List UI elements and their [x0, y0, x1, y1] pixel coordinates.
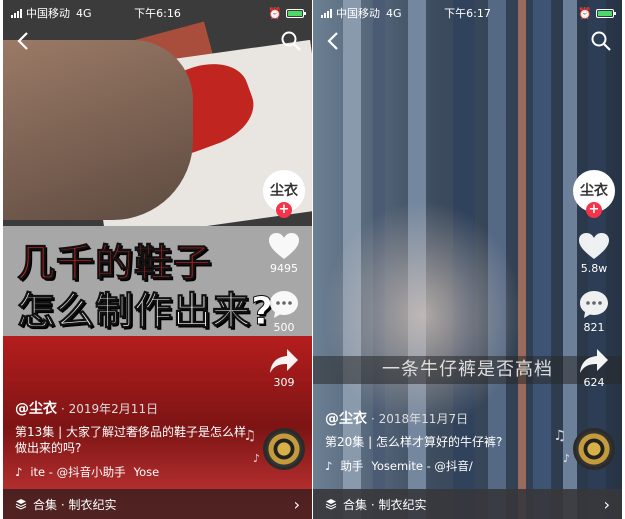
clock: 下午6:16 [134, 7, 181, 20]
search-button[interactable] [280, 30, 302, 52]
comment-count: 500 [273, 321, 295, 334]
action-rail: 尘衣 + 9495 500 309 [262, 170, 306, 389]
music-note-icon: ♪ [562, 452, 570, 465]
tiktok-note-icon: ♪ [325, 459, 333, 473]
search-icon [281, 31, 301, 51]
tiktok-note-icon: ♪ [15, 465, 23, 479]
overlay-title-line1: 几千的鞋子 [16, 241, 213, 286]
network-label: 4G [386, 6, 402, 20]
chevron-right-icon: › [603, 494, 610, 514]
alarm-icon: ⏰ [578, 6, 592, 20]
comment-button[interactable]: 821 [572, 289, 616, 334]
collection-label: 合集 · 制衣纪实 [33, 497, 117, 512]
heart-icon [579, 233, 609, 259]
alarm-icon: ⏰ [268, 6, 282, 20]
music-text-1: ite - @抖音小助手 [30, 465, 126, 479]
music-text-2: Yose [133, 465, 160, 479]
avatar-text: 尘衣 [270, 183, 298, 199]
chevron-right-icon: › [293, 494, 300, 514]
collection-icon [15, 499, 27, 510]
carrier-label: 中国移动 [26, 7, 70, 20]
phone-screen-1: 中国移动 4G 下午6:16 ⏰ 几千的鞋子 怎么制作出来? 尘衣 + 9495… [3, 0, 312, 519]
comment-icon [270, 291, 298, 318]
post-date: · 2019年2月11日 [61, 402, 159, 416]
like-button[interactable]: 9495 [262, 232, 306, 275]
action-rail: 尘衣 + 5.8w 821 624 [572, 170, 616, 389]
music-disc-wrap [572, 428, 616, 470]
back-icon [17, 32, 28, 50]
share-count: 624 [583, 376, 605, 389]
video-info: @尘衣 · 2018年11月7日 第20集 | 怎么样才算好的牛仔裤? ♪ 助手 … [325, 408, 562, 474]
collection-bar[interactable]: 合集 · 制衣纪实 › [3, 489, 312, 519]
follow-button[interactable]: + [586, 202, 602, 218]
search-icon [591, 31, 611, 51]
comment-button[interactable]: 500 [262, 289, 306, 334]
follow-button[interactable]: + [276, 202, 292, 218]
battery-icon [285, 8, 306, 18]
battery-icon [595, 8, 616, 18]
clock: 下午6:17 [444, 7, 491, 20]
collection-icon [325, 499, 337, 510]
music-disc-wrap [262, 428, 306, 470]
music-disc[interactable] [573, 428, 615, 470]
search-button[interactable] [590, 30, 612, 52]
comment-icon [580, 291, 608, 318]
overlay-title-line2: 怎么制作出来? [16, 289, 275, 334]
music-ticker[interactable]: ♪ 助手 Yosemite - @抖音/ [325, 458, 562, 474]
avatar[interactable]: 尘衣 + [573, 170, 615, 218]
avatar[interactable]: 尘衣 + [263, 170, 305, 218]
music-disc[interactable] [263, 428, 305, 470]
video-info: @尘衣 · 2019年2月11日 第13集 | 大家了解过奢侈品的鞋子是怎么样做出… [15, 398, 252, 480]
back-button[interactable] [13, 30, 35, 52]
music-note-icon: ♪ [252, 452, 260, 465]
signal-icon [11, 8, 22, 18]
back-button[interactable] [323, 30, 345, 52]
status-bar: 中国移动 4G 下午6:17 ⏰ [313, 0, 622, 26]
music-text-2: Yosemite - @抖音/ [371, 459, 473, 473]
share-count: 309 [273, 376, 295, 389]
carrier-label: 中国移动 [336, 7, 380, 20]
username-link[interactable]: @尘衣 [325, 411, 367, 427]
music-ticker[interactable]: ♪ ite - @抖音小助手 Yose [15, 464, 252, 480]
collection-label: 合集 · 制衣纪实 [343, 497, 427, 512]
like-count: 5.8w [580, 262, 608, 275]
video-description: 第13集 | 大家了解过奢侈品的鞋子是怎么样做出来的吗? [15, 425, 246, 455]
share-button[interactable]: 309 [262, 348, 306, 389]
status-bar: 中国移动 4G 下午6:16 ⏰ [3, 0, 312, 26]
heart-icon [269, 233, 299, 259]
network-label: 4G [76, 6, 92, 20]
username-link[interactable]: @尘衣 [15, 401, 57, 417]
comment-count: 821 [583, 321, 605, 334]
signal-icon [321, 8, 332, 18]
share-button[interactable]: 624 [572, 348, 616, 389]
share-icon [580, 349, 608, 373]
post-date: · 2018年11月7日 [371, 412, 469, 426]
music-text-1: 助手 [340, 459, 364, 473]
phone-screen-2: 中国移动 4G 下午6:17 ⏰ 一条牛仔裤是否高档 尘衣 + 5.8w 821… [313, 0, 622, 519]
video-description: 第20集 | 怎么样才算好的牛仔裤? [325, 435, 503, 449]
back-icon [327, 32, 338, 50]
collection-bar[interactable]: 合集 · 制衣纪实 › [313, 489, 622, 519]
avatar-text: 尘衣 [580, 183, 608, 199]
like-button[interactable]: 5.8w [572, 232, 616, 275]
like-count: 9495 [270, 262, 298, 275]
share-icon [270, 349, 298, 373]
